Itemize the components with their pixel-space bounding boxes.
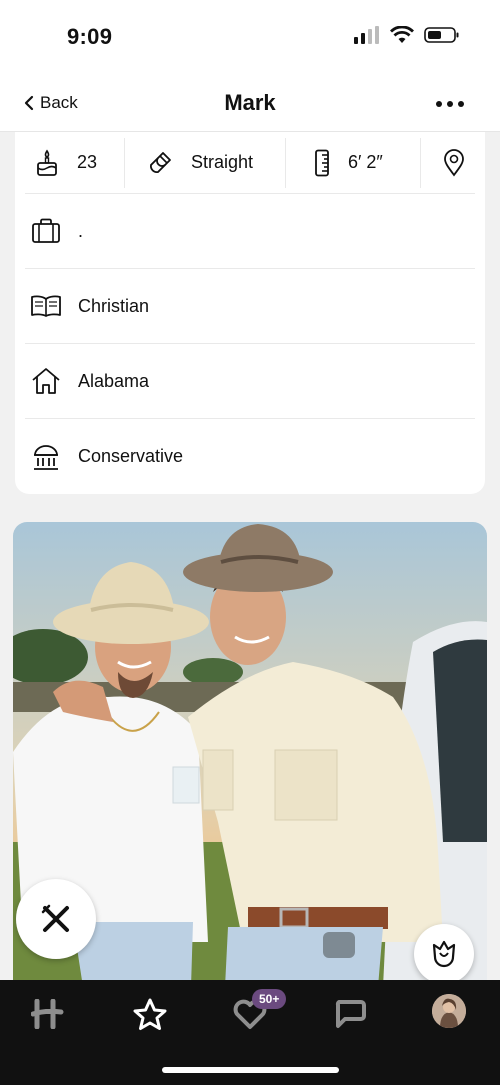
- detail-row-hometown: Alabama: [25, 344, 475, 419]
- nav-bar: Back Mark: [0, 75, 500, 132]
- home-icon: [30, 365, 62, 397]
- skip-button[interactable]: [16, 879, 96, 959]
- tab-home[interactable]: [28, 994, 68, 1034]
- star-icon: [133, 998, 167, 1030]
- stat-age: 23: [25, 137, 125, 188]
- more-dot-icon: [436, 101, 442, 107]
- location-pin-icon: [444, 148, 464, 177]
- detail-row-job: .: [25, 194, 475, 269]
- detail-row-politics: Conservative: [25, 419, 475, 494]
- page-title: Mark: [224, 90, 276, 115]
- stat-height: 6′ 2″: [286, 137, 421, 188]
- age-value: 23: [77, 152, 98, 172]
- capitol-icon: [30, 441, 62, 473]
- job-value: .: [78, 220, 84, 241]
- politics-value: Conservative: [78, 446, 184, 466]
- status-time: 9:09: [67, 24, 113, 49]
- wifi-icon: [390, 26, 414, 43]
- height-value: 6′ 2″: [348, 152, 383, 172]
- status-bar: 9:09: [0, 0, 500, 75]
- religion-value: Christian: [78, 295, 150, 316]
- home-indicator: [162, 1067, 339, 1073]
- close-icon: [41, 904, 69, 932]
- chat-icon: [335, 1000, 366, 1028]
- book-icon: [30, 290, 62, 322]
- more-dot-icon: [458, 101, 464, 107]
- briefcase-icon: [30, 215, 62, 247]
- ruler-icon: [315, 149, 329, 176]
- signal-icon: [354, 26, 379, 44]
- hinge-logo-icon: [31, 999, 64, 1029]
- tab-standouts[interactable]: [130, 994, 170, 1034]
- more-options-button[interactable]: [436, 101, 464, 107]
- detail-row-religion: Christian: [25, 269, 475, 344]
- tab-profile-avatar[interactable]: [432, 994, 466, 1028]
- more-dot-icon: [447, 101, 453, 107]
- orientation-value: Straight: [191, 152, 254, 172]
- battery-icon: [424, 27, 459, 43]
- tab-matches[interactable]: [330, 994, 370, 1034]
- likes-count-badge: 50+: [252, 989, 287, 1009]
- cake-icon: [37, 149, 57, 176]
- stat-location: [421, 138, 475, 188]
- stat-orientation: Straight: [125, 137, 286, 188]
- hometown-value: Alabama: [78, 370, 150, 391]
- profile-info-card: 23 Straight 6′ 2″ . Christian Alabama Co…: [15, 132, 485, 494]
- rose-icon: [432, 940, 456, 968]
- rose-button[interactable]: [414, 924, 474, 984]
- status-icons: [354, 26, 460, 44]
- stats-row: 23 Straight 6′ 2″: [25, 132, 475, 194]
- magnet-icon: [150, 151, 171, 173]
